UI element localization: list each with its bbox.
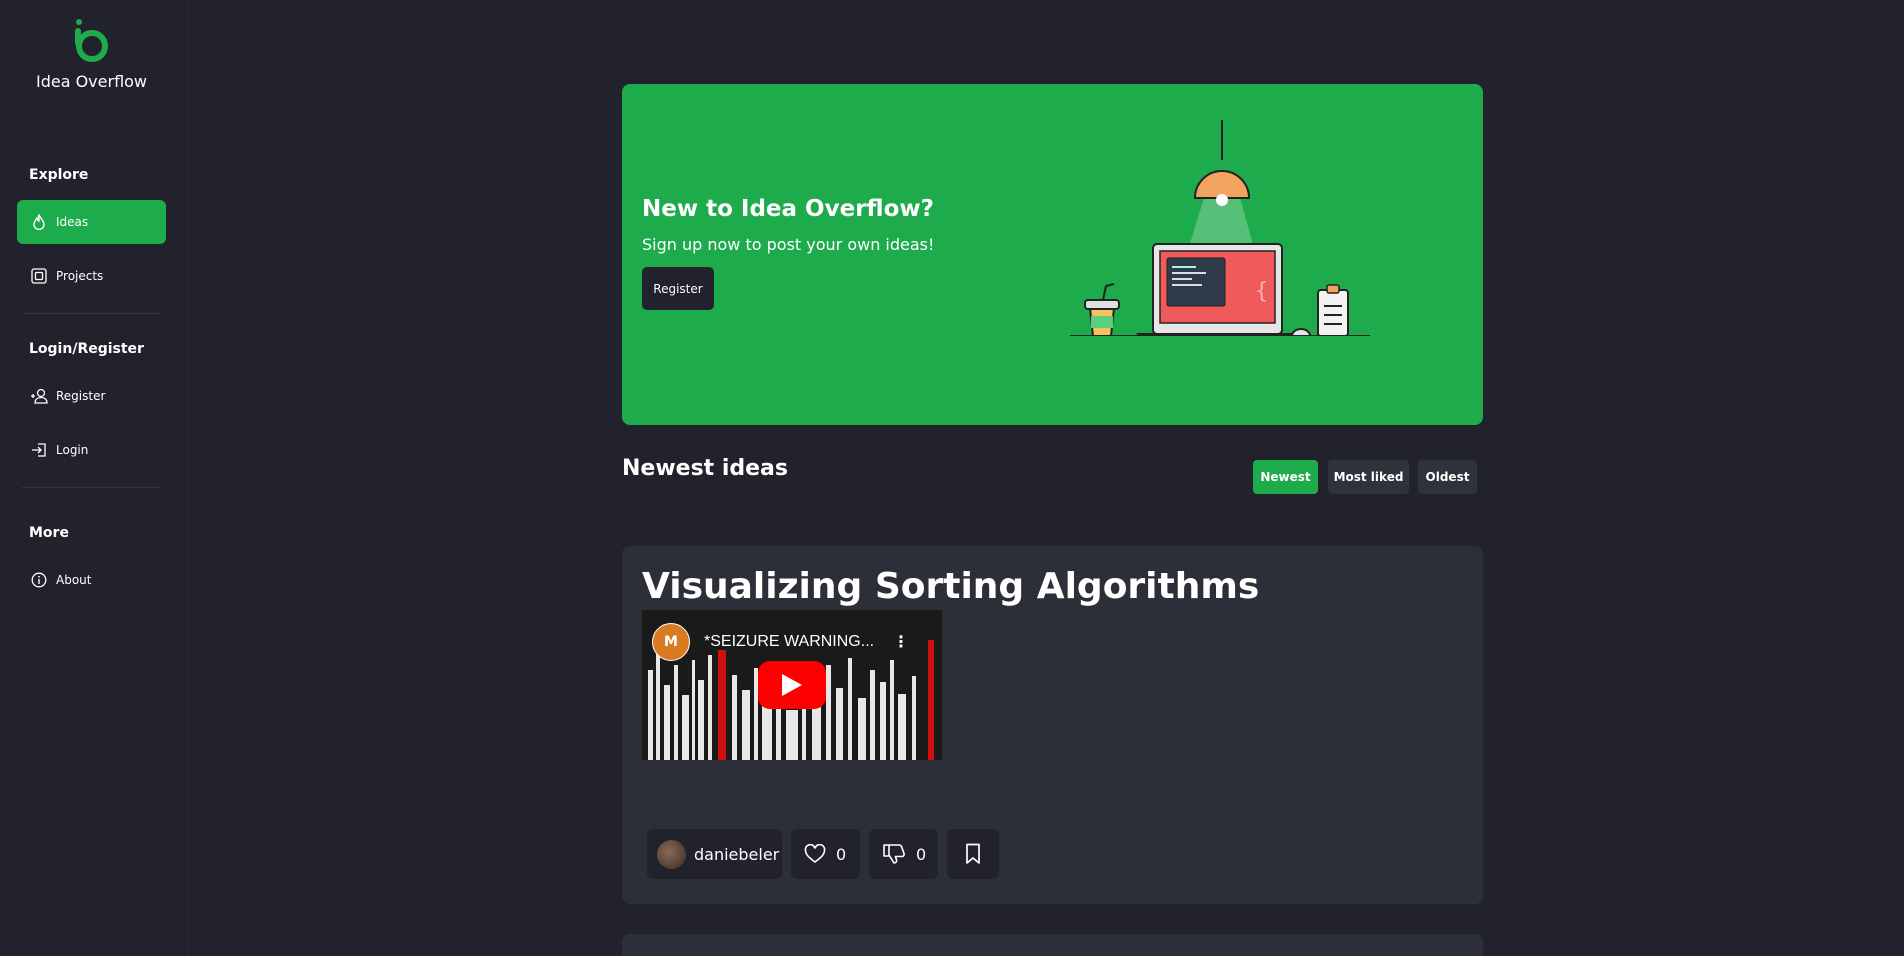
user-plus-icon	[30, 387, 48, 405]
idea-card[interactable]: Visualizing Sorting Algorithms M *SEIZUR…	[622, 546, 1483, 904]
workspace-illustration: {	[1070, 120, 1370, 336]
divider	[22, 313, 161, 314]
sidebar-item-projects[interactable]: Projects	[17, 254, 166, 298]
hero-register-button[interactable]: Register	[642, 267, 714, 310]
hero-banner: New to Idea Overflow? Sign up now to pos…	[622, 84, 1483, 425]
info-icon	[30, 571, 48, 589]
sidebar-item-label: Projects	[56, 269, 104, 283]
author-name: daniebeler	[694, 844, 780, 864]
bookmark-icon	[966, 843, 980, 864]
avatar	[657, 839, 686, 869]
sort-newest-button[interactable]: Newest	[1253, 460, 1318, 494]
dislike-count: 0	[916, 844, 927, 864]
more-vertical-icon[interactable]: ⋮	[893, 632, 909, 651]
flame-icon	[30, 213, 48, 231]
chip-icon	[30, 267, 48, 285]
like-count: 0	[836, 844, 847, 864]
hero-subtitle: Sign up now to post your own ideas!	[642, 235, 935, 254]
play-button[interactable]	[758, 661, 826, 709]
sort-most-liked-button[interactable]: Most liked	[1328, 460, 1409, 494]
thumbs-down-icon	[883, 844, 905, 864]
heart-icon	[804, 844, 826, 863]
feed-heading: Newest ideas	[622, 456, 788, 481]
sort-oldest-button[interactable]: Oldest	[1418, 460, 1477, 494]
sidebar-item-label: Register	[56, 389, 106, 403]
play-icon	[782, 674, 802, 696]
like-button[interactable]: 0	[791, 829, 860, 879]
sidebar-item-label: Login	[56, 443, 89, 457]
channel-avatar[interactable]: M	[652, 623, 690, 661]
sidebar-item-label: About	[56, 573, 92, 587]
video-title[interactable]: *SEIZURE WARNING...	[704, 633, 874, 651]
sidebar-item-login[interactable]: Login	[17, 428, 166, 472]
sidebar-item-label: Ideas	[56, 215, 89, 229]
sidebar-item-register[interactable]: Register	[17, 374, 166, 418]
sidebar-item-about[interactable]: About	[17, 558, 166, 602]
idea-title[interactable]: Visualizing Sorting Algorithms	[642, 566, 1259, 607]
login-icon	[30, 441, 48, 459]
video-embed[interactable]: M *SEIZURE WARNING... ⋮	[642, 610, 942, 760]
idea-card[interactable]	[622, 934, 1483, 956]
section-title-more: More	[29, 525, 69, 541]
hero-title: New to Idea Overflow?	[642, 196, 934, 222]
author-chip[interactable]: daniebeler	[647, 829, 782, 879]
bookmark-button[interactable]	[947, 829, 999, 879]
section-title-explore: Explore	[29, 167, 89, 183]
divider	[22, 487, 161, 488]
sidebar: Idea Overflow Explore Ideas Projects Log…	[0, 0, 188, 956]
sidebar-item-ideas[interactable]: Ideas	[17, 200, 166, 244]
section-title-login-register: Login/Register	[29, 341, 144, 357]
dislike-button[interactable]: 0	[869, 829, 938, 879]
app-name: Idea Overflow	[35, 72, 148, 91]
app-logo[interactable]	[70, 18, 112, 63]
svg-text:{: {	[1255, 279, 1268, 304]
